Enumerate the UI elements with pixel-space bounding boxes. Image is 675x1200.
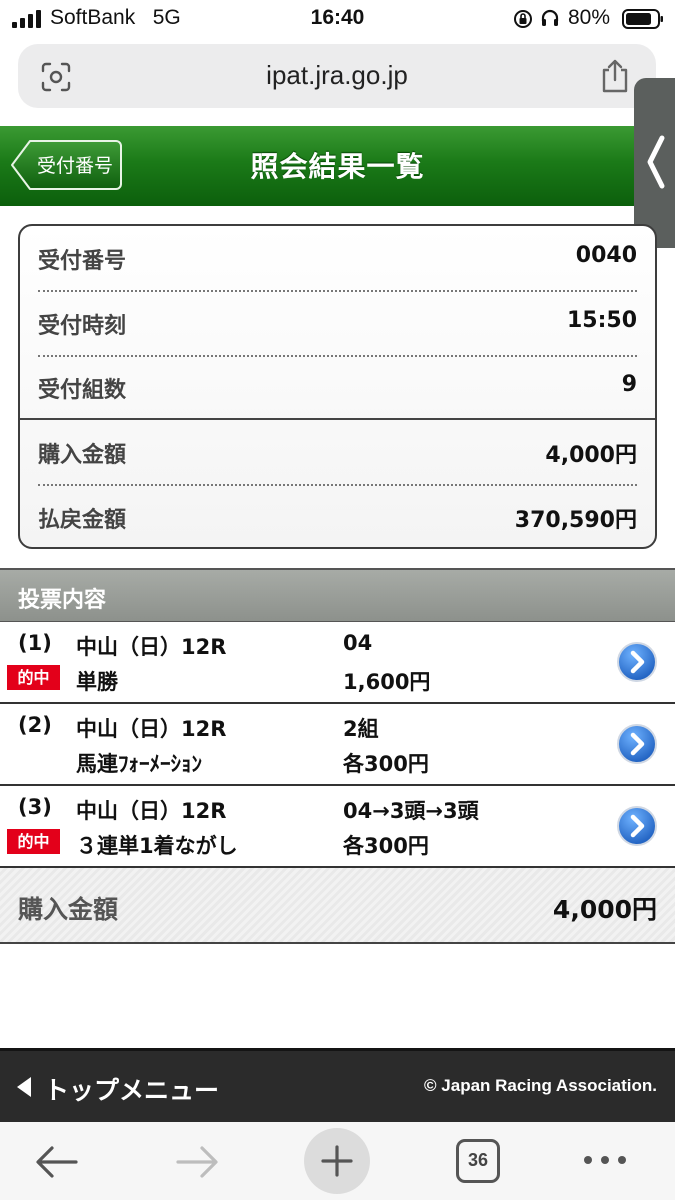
copyright: © Japan Racing Association. (424, 1076, 657, 1095)
bet-number: (1) (18, 631, 52, 655)
summary-row: 受付時刻 15:50 (20, 291, 655, 355)
summary-value: 370,590円 (514, 508, 637, 533)
bet-amount: 各300円 (343, 834, 429, 858)
bet-amount: 各300円 (343, 752, 429, 776)
page-title: 照会結果一覧 (250, 150, 425, 183)
battery-percent: 80% (568, 6, 611, 29)
detail-arrow-icon[interactable] (616, 805, 658, 847)
bet-number: (2) (18, 713, 52, 737)
url-text[interactable]: ipat.jra.go.jp (18, 60, 656, 91)
bet-selection: 04→3頭→3頭 (343, 799, 479, 823)
more-icon[interactable] (582, 1150, 628, 1170)
bet-row[interactable]: (1) 的中 中山（日）12R 単勝 04 1,600円 (0, 623, 675, 704)
new-tab-button[interactable] (304, 1128, 370, 1194)
summary-row: 受付組数 9 (20, 355, 655, 419)
bet-race: 中山（日）12R (76, 635, 227, 659)
hit-badge: 的中 (7, 829, 60, 854)
side-panel-tab[interactable] (634, 78, 675, 248)
summary-label: 受付組数 (38, 378, 127, 403)
detail-arrow-icon[interactable] (616, 641, 658, 683)
summary-value: 9 (621, 372, 637, 397)
tab-count: 36 (467, 1150, 489, 1170)
summary-value: 0040 (575, 243, 637, 268)
total-label: 購入金額 (18, 895, 119, 924)
section-header: 投票内容 (0, 568, 675, 622)
share-icon[interactable] (598, 58, 632, 94)
app-header: 受付番号 照会結果一覧 (0, 126, 675, 206)
total-value: 4,000円 (552, 895, 657, 924)
bet-type: ３連単1着ながし (76, 834, 238, 858)
summary-label: 受付時刻 (38, 314, 127, 339)
detail-arrow-icon[interactable] (616, 723, 658, 765)
bet-row[interactable]: (3) 的中 中山（日）12R ３連単1着ながし 04→3頭→3頭 各300円 (0, 787, 675, 868)
summary-label: 受付番号 (38, 249, 127, 274)
total-bar: 購入金額 4,000円 (0, 868, 675, 944)
summary-value: 15:50 (566, 308, 637, 333)
status-bar: SoftBank 5G 16:40 80% (0, 0, 675, 38)
summary-row: 受付番号 0040 (20, 226, 655, 290)
section-title: 投票内容 (18, 588, 107, 613)
battery-icon (622, 9, 663, 29)
bet-race: 中山（日）12R (76, 799, 227, 823)
forward-arrow-icon[interactable] (174, 1142, 220, 1182)
top-menu-label: トップメニュー (44, 1076, 220, 1105)
summary-label: 払戻金額 (38, 508, 127, 533)
bet-type: 馬連ﾌｫｰﾒｰｼｮﾝ (76, 752, 202, 776)
triangle-left-icon (17, 1077, 31, 1097)
hit-badge: 的中 (7, 665, 60, 690)
bet-selection: 2組 (343, 717, 379, 741)
footer: トップメニュー © Japan Racing Association. (0, 1048, 675, 1122)
summary-card: 受付番号 0040 受付時刻 15:50 受付組数 9 購入金額 4,000円 … (18, 224, 657, 549)
summary-row: 購入金額 4,000円 (20, 420, 655, 484)
bet-type: 単勝 (76, 670, 118, 694)
bet-selection: 04 (343, 631, 373, 655)
tabs-button[interactable]: 36 (456, 1139, 500, 1183)
summary-value: 4,000円 (545, 443, 637, 468)
bet-number: (3) (18, 795, 52, 819)
bet-race: 中山（日）12R (76, 717, 227, 741)
chevron-left-icon (647, 135, 665, 189)
bet-row[interactable]: (2) 中山（日）12R 馬連ﾌｫｰﾒｰｼｮﾝ 2組 各300円 (0, 705, 675, 786)
browser-toolbar: 36 (0, 1122, 675, 1200)
orientation-lock-icon (514, 10, 532, 28)
url-bar[interactable]: ipat.jra.go.jp (18, 44, 656, 108)
bet-amount: 1,600円 (343, 670, 431, 694)
summary-label: 購入金額 (38, 443, 127, 468)
back-arrow-icon[interactable] (34, 1142, 80, 1182)
plus-icon (321, 1145, 353, 1177)
headphones-icon (541, 9, 559, 26)
summary-row: 払戻金額 370,590円 (20, 485, 655, 547)
